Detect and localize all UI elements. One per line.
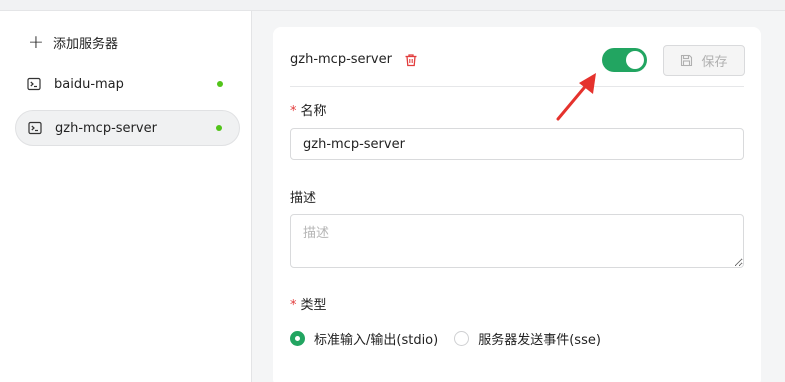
sidebar: + 添加服务器 baidu-map gzh-mcp-server xyxy=(0,11,252,382)
status-dot xyxy=(216,125,222,131)
radio-label: 服务器发送事件(sse) xyxy=(478,333,601,348)
save-icon xyxy=(681,54,693,67)
radio-checked-icon xyxy=(290,331,305,346)
server-detail-card: gzh-mcp-server 保存 * 名称 gzh-mcp-server 描述… xyxy=(273,27,761,382)
main-panel: gzh-mcp-server 保存 * 名称 gzh-mcp-server 描述… xyxy=(253,11,785,382)
enable-toggle[interactable] xyxy=(602,48,647,72)
required-mark: * xyxy=(290,298,297,313)
type-radio-group: 标准输入/输出(stdio) 服务器发送事件(sse) xyxy=(290,329,617,348)
trash-icon[interactable] xyxy=(404,53,418,67)
radio-label: 标准输入/输出(stdio) xyxy=(314,333,439,348)
radio-unchecked-icon xyxy=(454,331,470,346)
plus-icon: + xyxy=(28,30,44,53)
terminal-icon xyxy=(28,121,42,135)
save-label: 保存 xyxy=(701,54,728,69)
name-field-label: * 名称 xyxy=(290,104,327,119)
type-field-label: * 类型 xyxy=(290,298,327,313)
description-textarea[interactable] xyxy=(290,214,744,268)
sidebar-item-label: baidu-map xyxy=(54,76,124,92)
window-top-bar xyxy=(0,0,785,11)
sidebar-item-baidu-map[interactable]: baidu-map xyxy=(15,66,240,102)
toggle-knob xyxy=(626,51,644,69)
add-server-label: 添加服务器 xyxy=(53,36,119,52)
name-input[interactable] xyxy=(290,128,744,160)
required-mark: * xyxy=(290,104,297,119)
save-button[interactable]: 保存 xyxy=(663,45,745,76)
sidebar-item-gzh-mcp-server[interactable]: gzh-mcp-server xyxy=(15,110,240,146)
description-field-label: 描述 xyxy=(290,191,317,206)
add-server-button[interactable]: + 添加服务器 xyxy=(28,31,118,53)
server-title: gzh-mcp-server xyxy=(290,52,392,67)
sidebar-item-label: gzh-mcp-server xyxy=(55,120,157,136)
card-header: gzh-mcp-server 保存 xyxy=(290,45,745,87)
terminal-icon xyxy=(27,77,41,91)
annotation-arrow xyxy=(556,73,596,121)
status-dot xyxy=(217,81,223,87)
radio-sse[interactable]: 服务器发送事件(sse) xyxy=(454,329,601,348)
radio-stdio[interactable]: 标准输入/输出(stdio) xyxy=(290,329,438,348)
